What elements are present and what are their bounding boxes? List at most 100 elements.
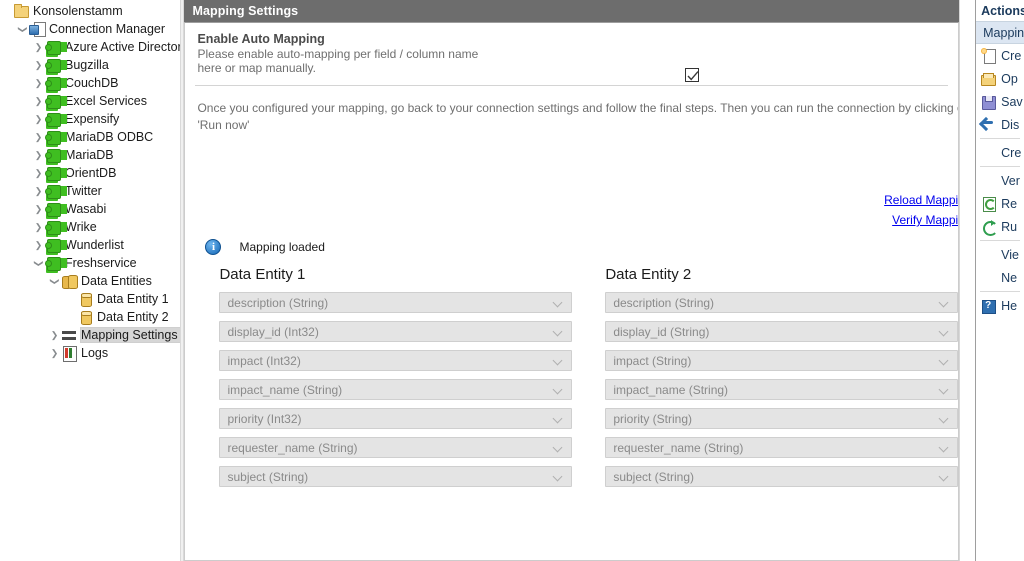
- tree-item-wrike[interactable]: ❯ Wrike: [0, 218, 180, 236]
- chevron-down-icon[interactable]: [940, 473, 949, 482]
- action-item-he-10[interactable]: He: [976, 294, 1024, 317]
- tree-item-data-entity-1[interactable]: Data Entity 1: [0, 290, 180, 308]
- mapping-dropdown[interactable]: priority (Int32): [219, 408, 572, 429]
- tree-item-expensify[interactable]: ❯Expensify: [0, 110, 180, 128]
- chevron-down-icon[interactable]: [940, 415, 949, 424]
- plugin-icon: [45, 39, 62, 55]
- mapping-dropdown[interactable]: impact_name (String): [219, 379, 572, 400]
- data-entity-icon: [77, 291, 94, 307]
- mapping-dropdown[interactable]: impact (Int32): [219, 350, 572, 371]
- chevron-right-icon[interactable]: ❯: [32, 223, 45, 232]
- action-item-label: Ru: [1001, 220, 1017, 234]
- chevron-down-icon[interactable]: [940, 328, 949, 337]
- tree-item-label: Data Entities: [81, 274, 156, 288]
- chevron-down-icon[interactable]: ❯: [50, 275, 59, 288]
- tree-item-azure-active-directory[interactable]: ❯Azure Active Directory: [0, 38, 180, 56]
- reload-icon: [980, 196, 997, 212]
- tree-item-orientdb[interactable]: ❯OrientDB: [0, 164, 180, 182]
- tree-item-connection-manager[interactable]: ❯Connection Manager: [0, 20, 180, 38]
- action-item-ru-7[interactable]: Ru: [976, 215, 1024, 238]
- chevron-down-icon[interactable]: [554, 299, 563, 308]
- tree-item-bugzilla[interactable]: ❯Bugzilla: [0, 56, 180, 74]
- mapping-dropdown[interactable]: impact_name (String): [605, 379, 958, 400]
- mapping-dropdown[interactable]: subject (String): [605, 466, 958, 487]
- mapping-dropdown[interactable]: description (String): [219, 292, 572, 313]
- chevron-right-icon[interactable]: ❯: [32, 241, 45, 250]
- enable-auto-mapping-checkbox[interactable]: [685, 68, 699, 82]
- mapping-dropdown-value: subject (String): [606, 470, 694, 484]
- chevron-down-icon[interactable]: [554, 386, 563, 395]
- tree-item-wasabi[interactable]: ❯Wasabi: [0, 200, 180, 218]
- tree-item-mapping-settings[interactable]: ❯Mapping Settings: [0, 326, 180, 344]
- action-item-re-6[interactable]: Re: [976, 192, 1024, 215]
- mapping-dropdown[interactable]: impact (String): [605, 350, 958, 371]
- tree-item-konsolenstamm[interactable]: Konsolenstamm: [0, 2, 180, 20]
- mapping-dropdown[interactable]: priority (String): [605, 408, 958, 429]
- tree-item-data-entity-2[interactable]: Data Entity 2: [0, 308, 180, 326]
- chevron-down-icon[interactable]: [554, 473, 563, 482]
- mapping-links: Reload Mappi Verify Mappi: [808, 190, 958, 230]
- action-item-sav-2[interactable]: Sav: [976, 90, 1024, 113]
- console-tree-panel[interactable]: Konsolenstamm ❯Connection Manager❯Azure A…: [0, 0, 180, 561]
- action-item-cre-4[interactable]: Cre: [976, 141, 1024, 164]
- tree-item-label: Konsolenstamm: [33, 4, 127, 18]
- chevron-right-icon[interactable]: ❯: [32, 151, 45, 160]
- tree-item-excel-services[interactable]: ❯Excel Services: [0, 92, 180, 110]
- action-item-cre-0[interactable]: Cre: [976, 44, 1024, 67]
- chevron-down-icon[interactable]: [940, 357, 949, 366]
- verify-mapping-link[interactable]: Verify Mappi: [808, 210, 958, 230]
- chevron-right-icon[interactable]: ❯: [48, 349, 61, 358]
- help-icon: [980, 298, 997, 314]
- tree-item-wunderlist[interactable]: ❯Wunderlist: [0, 236, 180, 254]
- chevron-right-icon[interactable]: ❯: [32, 133, 45, 142]
- mapping-dropdown-value: display_id (Int32): [220, 325, 318, 339]
- tree-item-data-entities[interactable]: ❯ Data Entities: [0, 272, 180, 290]
- tree-item-label: Data Entity 1: [97, 292, 173, 306]
- actions-separator: [980, 138, 1020, 139]
- action-item-ver-5[interactable]: Ver: [976, 169, 1024, 192]
- chevron-right-icon[interactable]: ❯: [32, 115, 45, 124]
- mapping-dropdown[interactable]: display_id (Int32): [219, 321, 572, 342]
- mapping-dropdown[interactable]: display_id (String): [605, 321, 958, 342]
- logs-icon: [61, 345, 78, 361]
- chevron-right-icon[interactable]: ❯: [48, 331, 61, 340]
- mapping-dropdown[interactable]: requester_name (String): [605, 437, 958, 458]
- chevron-down-icon[interactable]: [554, 444, 563, 453]
- reload-mapping-link[interactable]: Reload Mappi: [808, 190, 958, 210]
- chevron-down-icon[interactable]: [940, 299, 949, 308]
- mapping-dropdown[interactable]: requester_name (String): [219, 437, 572, 458]
- tree-item-mariadb[interactable]: ❯MariaDB: [0, 146, 180, 164]
- chevron-down-icon[interactable]: [940, 386, 949, 395]
- chevron-down-icon[interactable]: [940, 444, 949, 453]
- mapping-dropdown-value: description (String): [220, 296, 328, 310]
- mapping-dropdown[interactable]: description (String): [605, 292, 958, 313]
- plugin-icon: [45, 111, 62, 127]
- tree-item-label: Wrike: [65, 220, 101, 234]
- chevron-right-icon[interactable]: ❯: [32, 97, 45, 106]
- chevron-down-icon[interactable]: [554, 415, 563, 424]
- action-item-dis-3[interactable]: Dis: [976, 113, 1024, 136]
- tree-item-mariadb-odbc[interactable]: ❯MariaDB ODBC: [0, 128, 180, 146]
- chevron-down-icon[interactable]: ❯: [34, 257, 43, 270]
- tree-item-logs[interactable]: ❯ Logs: [0, 344, 180, 362]
- action-item-op-1[interactable]: Op: [976, 67, 1024, 90]
- chevron-right-icon[interactable]: ❯: [32, 187, 45, 196]
- chevron-down-icon[interactable]: [554, 328, 563, 337]
- tree-item-freshservice[interactable]: ❯Freshservice: [0, 254, 180, 272]
- action-item-label: Sav: [1001, 95, 1023, 109]
- tree-item-couchdb[interactable]: ❯CouchDB: [0, 74, 180, 92]
- chevron-right-icon[interactable]: ❯: [32, 205, 45, 214]
- action-item-ne-9[interactable]: Ne: [976, 266, 1024, 289]
- tree-item-label: Logs: [81, 346, 112, 360]
- chevron-right-icon[interactable]: ❯: [32, 43, 45, 52]
- chevron-down-icon[interactable]: [554, 357, 563, 366]
- plugin-icon: [45, 129, 62, 145]
- chevron-right-icon[interactable]: ❯: [32, 79, 45, 88]
- chevron-right-icon[interactable]: ❯: [32, 61, 45, 70]
- check-icon: [687, 70, 699, 82]
- action-item-vie-8[interactable]: Vie: [976, 243, 1024, 266]
- mapping-dropdown[interactable]: subject (String): [219, 466, 572, 487]
- chevron-down-icon[interactable]: ❯: [18, 23, 27, 36]
- chevron-right-icon[interactable]: ❯: [32, 169, 45, 178]
- tree-item-twitter[interactable]: ❯Twitter: [0, 182, 180, 200]
